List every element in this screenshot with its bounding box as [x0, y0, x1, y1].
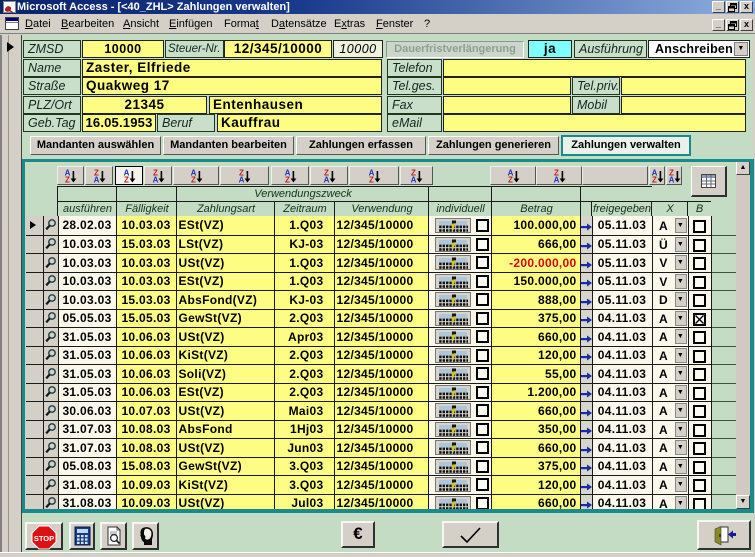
- svg-text:A: A: [411, 176, 417, 184]
- svg-text:Z: Z: [191, 176, 196, 184]
- svg-text:Z: Z: [652, 176, 657, 184]
- svg-text:Z: Z: [508, 176, 513, 184]
- svg-text:A: A: [152, 176, 158, 184]
- svg-text:STOP: STOP: [34, 534, 54, 543]
- svg-text:Z: Z: [124, 176, 129, 184]
- svg-text:Z: Z: [369, 176, 374, 184]
- svg-text:A: A: [668, 176, 674, 184]
- svg-text:Z: Z: [65, 176, 70, 184]
- svg-text:Z: Z: [285, 176, 290, 184]
- svg-text:A: A: [239, 176, 245, 184]
- svg-text:A: A: [323, 176, 329, 184]
- svg-text:A: A: [553, 176, 559, 184]
- svg-text:A: A: [93, 176, 99, 184]
